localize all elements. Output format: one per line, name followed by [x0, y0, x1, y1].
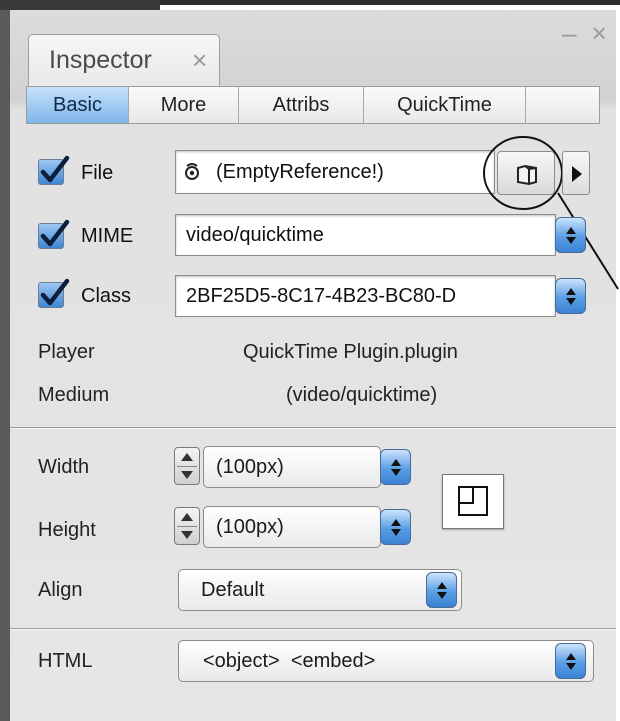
- checkmark-icon: [40, 155, 70, 183]
- height-value: (100px): [216, 515, 284, 538]
- checkmark-icon: [40, 219, 70, 247]
- file-label: File: [81, 162, 114, 184]
- window-controls[interactable]: – ×: [562, 18, 611, 49]
- align-label: Align: [38, 579, 83, 601]
- section-divider-2: [10, 628, 616, 630]
- class-value: 2BF25D5-8C17-4B23-BC80-D: [186, 284, 457, 307]
- html-dropdown-button[interactable]: [555, 643, 586, 679]
- mime-checkbox[interactable]: [38, 219, 70, 249]
- checkmark-icon: [40, 278, 70, 306]
- player-value: QuickTime Plugin.plugin: [243, 341, 458, 363]
- mime-field[interactable]: video/quicktime: [175, 214, 556, 256]
- window-left-edge: [0, 10, 10, 721]
- height-field[interactable]: (100px): [203, 506, 381, 548]
- width-label: Width: [38, 456, 90, 478]
- annotation-circle: [483, 136, 619, 290]
- tab-basic[interactable]: Basic: [27, 87, 129, 123]
- window-title-bar-edge: [160, 0, 620, 5]
- medium-label: Medium: [38, 384, 110, 406]
- width-dropdown-button[interactable]: [380, 449, 411, 485]
- tab-more[interactable]: More: [129, 87, 239, 123]
- triangle-right-icon: [572, 166, 582, 182]
- align-value: Default: [201, 578, 265, 601]
- height-label: Height: [38, 519, 96, 541]
- file-menu-button[interactable]: [562, 151, 590, 195]
- window-title-bar: [0, 0, 160, 10]
- medium-value: (video/quicktime): [286, 384, 438, 406]
- class-checkbox[interactable]: [38, 278, 70, 308]
- width-value: (100px): [216, 455, 284, 478]
- width-stepper[interactable]: [174, 447, 200, 485]
- html-label: HTML: [38, 650, 93, 672]
- class-label: Class: [81, 285, 132, 307]
- height-dropdown-button[interactable]: [380, 509, 411, 545]
- file-value: (EmptyReference!): [216, 160, 384, 183]
- tab-attribs[interactable]: Attribs: [239, 87, 364, 123]
- class-dropdown-button[interactable]: [555, 278, 586, 314]
- mime-label: MIME: [81, 225, 134, 247]
- mime-value: video/quicktime: [186, 223, 324, 246]
- reference-icon[interactable]: [181, 161, 203, 183]
- width-field[interactable]: (100px): [203, 446, 381, 488]
- mime-dropdown-button[interactable]: [555, 217, 586, 253]
- player-label: Player: [38, 341, 95, 363]
- html-value: <object> <embed>: [203, 649, 376, 672]
- tab-quicktime[interactable]: QuickTime: [364, 87, 526, 123]
- file-field[interactable]: (EmptyReference!): [175, 150, 495, 194]
- align-select[interactable]: Default: [178, 569, 462, 611]
- file-checkbox[interactable]: [38, 155, 70, 185]
- subtab-bar: Basic More Attribs QuickTime: [26, 86, 600, 124]
- section-divider: [10, 427, 616, 429]
- tab-empty[interactable]: [526, 87, 599, 123]
- tab-inspector[interactable]: Inspector ×: [28, 34, 220, 86]
- close-icon[interactable]: ×: [192, 45, 207, 76]
- align-dropdown-button[interactable]: [426, 572, 457, 608]
- html-select[interactable]: <object> <embed>: [178, 640, 594, 682]
- resize-box-icon: [458, 486, 488, 516]
- height-stepper[interactable]: [174, 507, 200, 545]
- resize-button[interactable]: [442, 474, 504, 529]
- class-field[interactable]: 2BF25D5-8C17-4B23-BC80-D: [175, 275, 556, 317]
- tab-inspector-label: Inspector: [49, 46, 152, 74]
